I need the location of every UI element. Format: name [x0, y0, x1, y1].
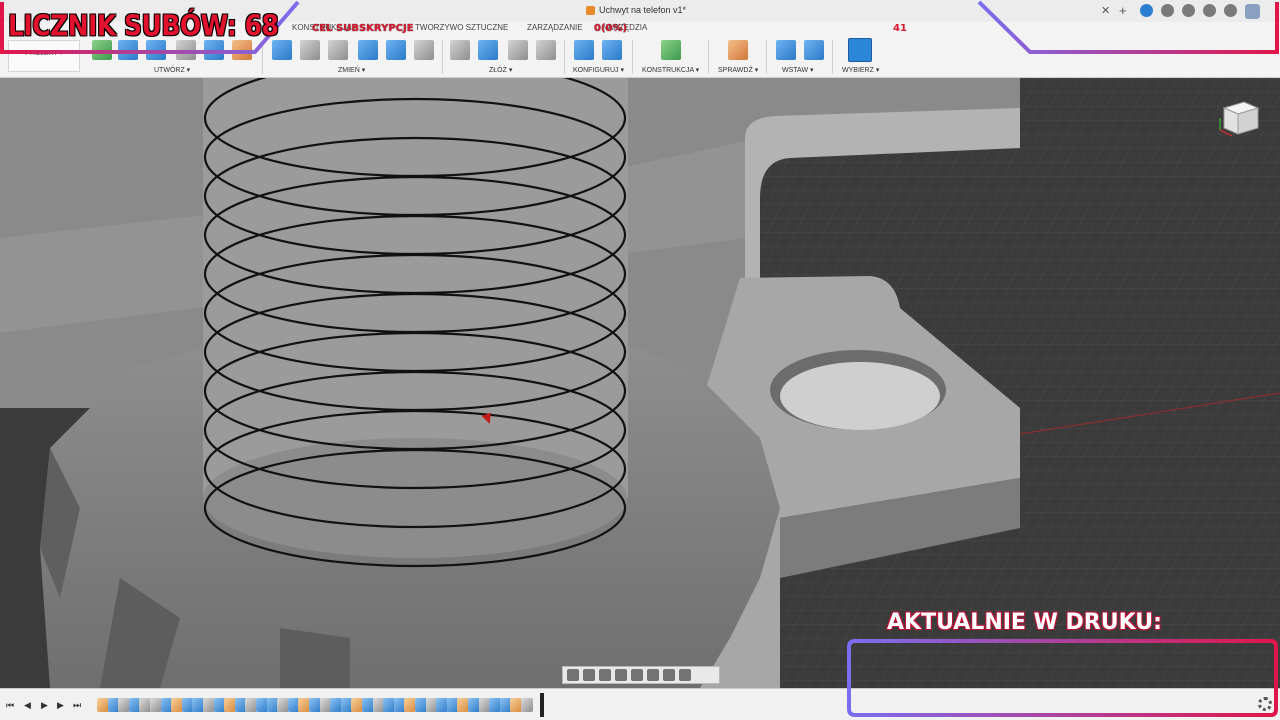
group-konstrukcja[interactable]: KONSTRUKCJA ▾: [642, 66, 699, 74]
timeline-feature[interactable]: [521, 698, 533, 712]
divider: [708, 40, 709, 74]
timeline-marker[interactable]: [540, 693, 544, 717]
document-icon: [586, 5, 595, 15]
document-tab[interactable]: Uchwyt na telefon v1*: [586, 5, 686, 15]
navigation-bar: [562, 666, 720, 684]
fillet-icon[interactable]: [300, 40, 320, 60]
overlay-frame-bottom-right: [847, 639, 1278, 717]
group-wybierz[interactable]: WYBIERZ ▾: [842, 66, 879, 74]
viewports-icon[interactable]: [679, 669, 691, 681]
configure-table-icon[interactable]: [602, 40, 622, 60]
document-title: Uchwyt na telefon v1*: [599, 5, 687, 15]
combine-icon[interactable]: [358, 40, 378, 60]
orbit-icon[interactable]: [567, 669, 579, 681]
insert-canvas-icon[interactable]: [804, 40, 824, 60]
fit-icon[interactable]: [631, 669, 643, 681]
group-zmien[interactable]: ZMIEŃ ▾: [338, 66, 365, 74]
configure-icon[interactable]: [574, 40, 594, 60]
model-scene: [0, 58, 1280, 688]
go-to-end-icon[interactable]: ⏭: [73, 700, 83, 710]
as-built-joint-icon[interactable]: [508, 40, 528, 60]
joint-icon[interactable]: [450, 40, 470, 60]
thread-cylinder: [203, 78, 628, 498]
divider: [766, 40, 767, 74]
select-icon[interactable]: [848, 38, 872, 62]
subscription-goal-progress: 0(0%): [594, 23, 628, 34]
pan-icon[interactable]: [599, 669, 611, 681]
divider: [442, 40, 443, 74]
measure-icon[interactable]: [728, 40, 748, 60]
insert-derive-icon[interactable]: [776, 40, 796, 60]
split-icon[interactable]: [386, 40, 406, 60]
new-component-icon[interactable]: [478, 40, 498, 60]
canvas-viewport[interactable]: [0, 58, 1280, 688]
move-icon[interactable]: [414, 40, 434, 60]
divider: [632, 40, 633, 74]
subscription-goal-target: 41: [893, 23, 907, 34]
divider: [564, 40, 565, 74]
fusion-window: Uchwyt na telefon v1* ✕ + KONSTRUKCJA TW…: [0, 0, 1280, 720]
display-settings-icon[interactable]: [647, 669, 659, 681]
group-konfiguruj[interactable]: KONFIGURUJ ▾: [573, 66, 624, 74]
overlay-frame-top-right: [977, 0, 1279, 54]
group-utworz[interactable]: UTWÓRZ ▾: [154, 66, 190, 74]
step-forward-icon[interactable]: ▶: [57, 700, 67, 710]
step-back-icon[interactable]: ◀: [24, 700, 34, 710]
group-zloz[interactable]: ZŁÓŻ ▾: [489, 66, 512, 74]
shell-icon[interactable]: [328, 40, 348, 60]
grid-settings-icon[interactable]: [663, 669, 675, 681]
sub-counter: LICZNIK SUBÓW: 68: [8, 9, 279, 43]
zoom-icon[interactable]: [615, 669, 627, 681]
construction-plane-icon[interactable]: [661, 40, 681, 60]
subscription-goal-label: CEL SUBSKRYPCJE: [312, 23, 414, 34]
group-sprawdz[interactable]: SPRAWDŹ ▾: [718, 66, 758, 74]
tab-zarzadzanie[interactable]: ZARZĄDZANIE: [527, 23, 583, 32]
now-printing-label: AKTUALNIE W DRUKU:: [887, 610, 1162, 635]
viewcube-icon[interactable]: [1214, 96, 1264, 146]
look-at-icon[interactable]: [583, 669, 595, 681]
joint-origin-icon[interactable]: [536, 40, 556, 60]
play-icon[interactable]: ▶: [41, 700, 51, 710]
divider: [832, 40, 833, 74]
tab-tworzywo[interactable]: TWORZYWO SZTUCZNE: [415, 23, 508, 32]
group-wstaw[interactable]: WSTAW ▾: [782, 66, 814, 74]
go-to-start-icon[interactable]: ⏮: [6, 700, 16, 710]
